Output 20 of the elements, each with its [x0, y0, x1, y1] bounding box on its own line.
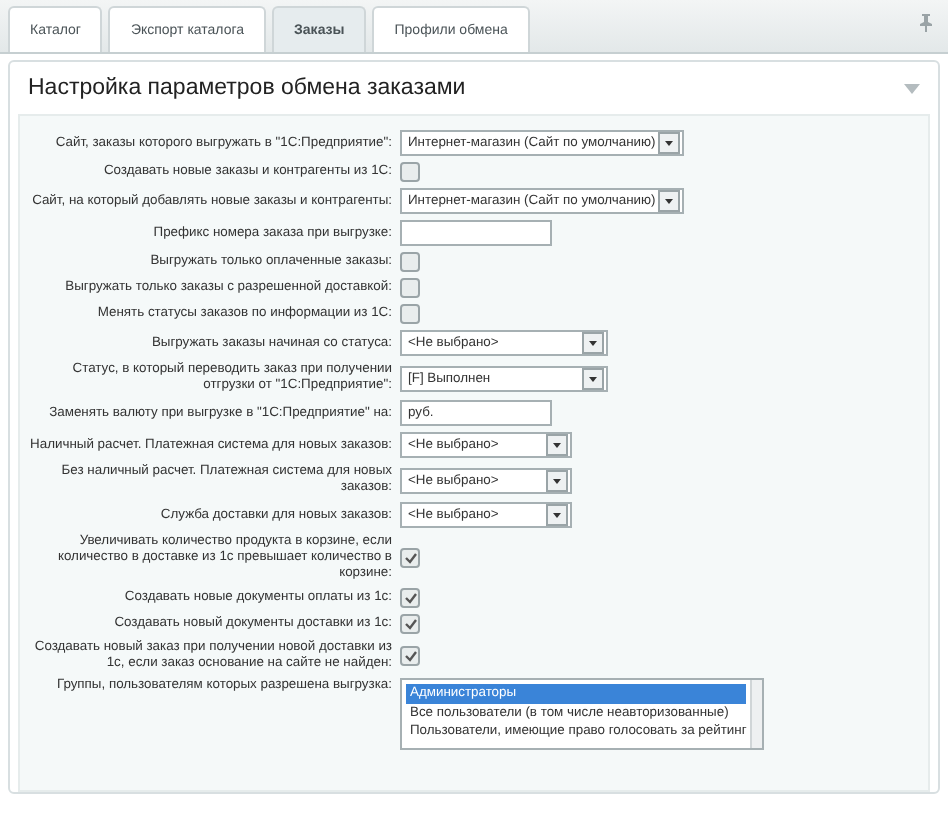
caret-icon	[546, 434, 568, 456]
checkbox[interactable]	[400, 548, 420, 568]
caret-icon	[582, 332, 604, 354]
checkbox[interactable]	[400, 614, 420, 634]
caret-icon	[582, 367, 604, 389]
pin-icon[interactable]	[920, 14, 932, 32]
caret-icon	[658, 132, 680, 154]
checkbox[interactable]	[400, 252, 420, 272]
chevron-down-icon[interactable]	[904, 83, 920, 93]
caret-icon	[658, 190, 680, 212]
caret-icon	[546, 504, 568, 526]
checkbox[interactable]	[400, 304, 420, 324]
caret-icon	[546, 469, 568, 491]
checkbox[interactable]	[400, 646, 420, 666]
checkbox[interactable]	[400, 162, 420, 182]
checkbox[interactable]	[400, 278, 420, 298]
checkbox[interactable]	[400, 588, 420, 608]
section-title: Настройка параметров обмена заказами	[28, 76, 466, 100]
input-field[interactable]	[400, 220, 552, 246]
scrollbar[interactable]	[750, 680, 762, 748]
